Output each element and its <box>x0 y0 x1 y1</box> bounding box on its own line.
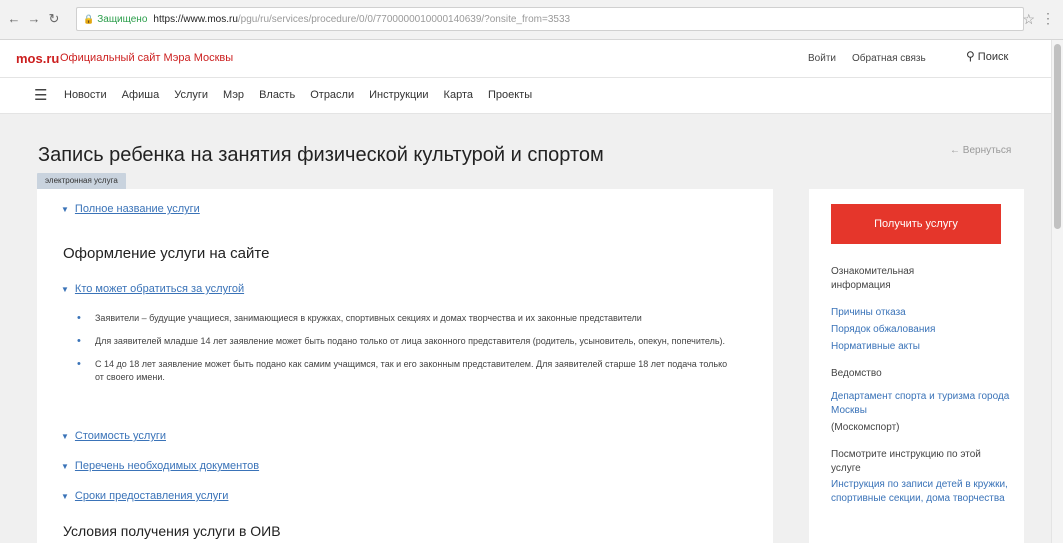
nav-item-map[interactable]: Карта <box>444 89 473 101</box>
chevron-down-icon: ▼ <box>61 205 69 214</box>
chevron-down-icon: ▼ <box>61 432 69 441</box>
terms-toggle[interactable]: ▼ Сроки предоставления услуги <box>61 490 228 502</box>
search-label: Поиск <box>977 51 1009 63</box>
reload-icon[interactable]: ↻ <box>46 11 62 27</box>
main-nav: ☰ Новости Афиша Услуги Мэр Власть Отрасл… <box>0 78 1063 114</box>
terms-label: Сроки предоставления услуги <box>74 490 229 502</box>
appeal-procedure-link[interactable]: Порядок обжалования <box>831 323 1011 337</box>
nav-item-mayor[interactable]: Мэр <box>223 89 244 101</box>
login-link[interactable]: Войти <box>808 53 836 64</box>
refusal-reasons-link[interactable]: Причины отказа <box>831 306 1011 320</box>
page-title: Запись ребенка на занятия физической кул… <box>38 144 604 166</box>
applicant-list: Заявители – будущие учащиеся, занимающие… <box>77 312 737 394</box>
nav-item-branches[interactable]: Отрасли <box>310 89 354 101</box>
documents-toggle[interactable]: ▼ Перечень необходимых документов <box>61 460 259 472</box>
cost-toggle[interactable]: ▼ Стоимость услуги <box>61 430 166 442</box>
who-can-apply-toggle[interactable]: ▼ Кто может обратиться за услугой <box>61 283 244 295</box>
nav-item-afisha[interactable]: Афиша <box>122 89 160 101</box>
nav-item-projects[interactable]: Проекты <box>488 89 532 101</box>
nav-item-news[interactable]: Новости <box>64 89 107 101</box>
agency-link[interactable]: Департамент спорта и туризма города Моск… <box>831 390 1016 418</box>
nav-item-instructions[interactable]: Инструкции <box>369 89 428 101</box>
cost-label: Стоимость услуги <box>74 430 166 442</box>
search-button[interactable]: ⚲ Поиск <box>966 49 1008 69</box>
chevron-down-icon: ▼ <box>61 285 69 294</box>
documents-label: Перечень необходимых документов <box>74 460 260 472</box>
section-heading-oiv: Условия получения услуги в ОИВ <box>63 523 281 539</box>
list-item: С 14 до 18 лет заявление может быть пода… <box>77 358 737 384</box>
agency-label: Ведомство <box>831 368 882 379</box>
site-logo[interactable]: mos.ru <box>16 51 59 66</box>
site-title[interactable]: Официальный сайт Мэра Москвы <box>60 52 233 64</box>
browser-menu-icon[interactable]: ⋮ <box>1041 10 1055 26</box>
browser-toolbar: ← → ↻ 🔒 Защищено https://www.mos.ru/pgu/ru… <box>0 0 1063 40</box>
nav-item-government[interactable]: Власть <box>259 89 295 101</box>
address-bar[interactable]: 🔒 Защищено https://www.mos.ru/pgu/ru/servi… <box>76 7 1024 31</box>
legal-acts-link[interactable]: Нормативные акты <box>831 340 1011 354</box>
nav-item-services[interactable]: Услуги <box>174 89 208 101</box>
url-path: /pgu/ru/services/procedure/0/0/770000001… <box>237 14 571 25</box>
feedback-link[interactable]: Обратная связь <box>852 53 926 64</box>
lock-icon: 🔒 <box>83 14 95 24</box>
info-label: Ознакомительная информация <box>831 266 915 291</box>
list-item: Заявители – будущие учащиеся, занимающие… <box>77 312 737 325</box>
chevron-down-icon: ▼ <box>61 492 69 501</box>
url-host: https://www.mos.ru <box>153 14 238 25</box>
full-name-label: Полное название услуги <box>74 203 200 215</box>
back-label: Вернуться <box>962 145 1012 156</box>
back-arrow-icon[interactable]: ← <box>6 11 22 27</box>
service-description-card: ▼ Полное название услуги Оформление услуг… <box>37 189 773 543</box>
get-service-button[interactable]: Получить услугу <box>831 204 1001 244</box>
forward-arrow-icon[interactable]: → <box>26 11 42 27</box>
service-type-tag: электронная услуга <box>37 173 126 189</box>
back-arrow-icon: ← <box>950 145 960 156</box>
section-heading-online: Оформление услуги на сайте <box>63 245 270 262</box>
instruction-label: Посмотрите инструкцию по этой услуге <box>831 449 981 474</box>
instruction-link[interactable]: Инструкция по записи детей в кружки, спо… <box>831 478 1013 506</box>
list-item: Для заявителей младше 14 лет заявление м… <box>77 335 737 348</box>
who-can-apply-label: Кто может обратиться за услугой <box>74 283 245 295</box>
service-sidebar: Получить услугу Ознакомительная информац… <box>809 189 1024 543</box>
secure-label: Защищено <box>97 14 148 25</box>
back-link[interactable]: ← Вернуться <box>950 145 1011 156</box>
agency-short-name: (Москомспорт) <box>831 422 900 433</box>
bookmark-star-icon[interactable]: ☆ <box>1022 11 1035 27</box>
page-scrollbar[interactable] <box>1051 40 1063 543</box>
menu-burger-icon[interactable]: ☰ <box>34 88 47 104</box>
nav-items: Новости Афиша Услуги Мэр Власть Отрасли … <box>64 89 532 101</box>
full-name-toggle[interactable]: ▼ Полное название услуги <box>61 203 200 215</box>
scrollbar-thumb[interactable] <box>1054 44 1061 229</box>
site-header: mos.ru Официальный сайт Мэра Москвы Войт… <box>0 40 1063 78</box>
chevron-down-icon: ▼ <box>61 462 69 471</box>
search-icon: ⚲ <box>966 49 975 63</box>
